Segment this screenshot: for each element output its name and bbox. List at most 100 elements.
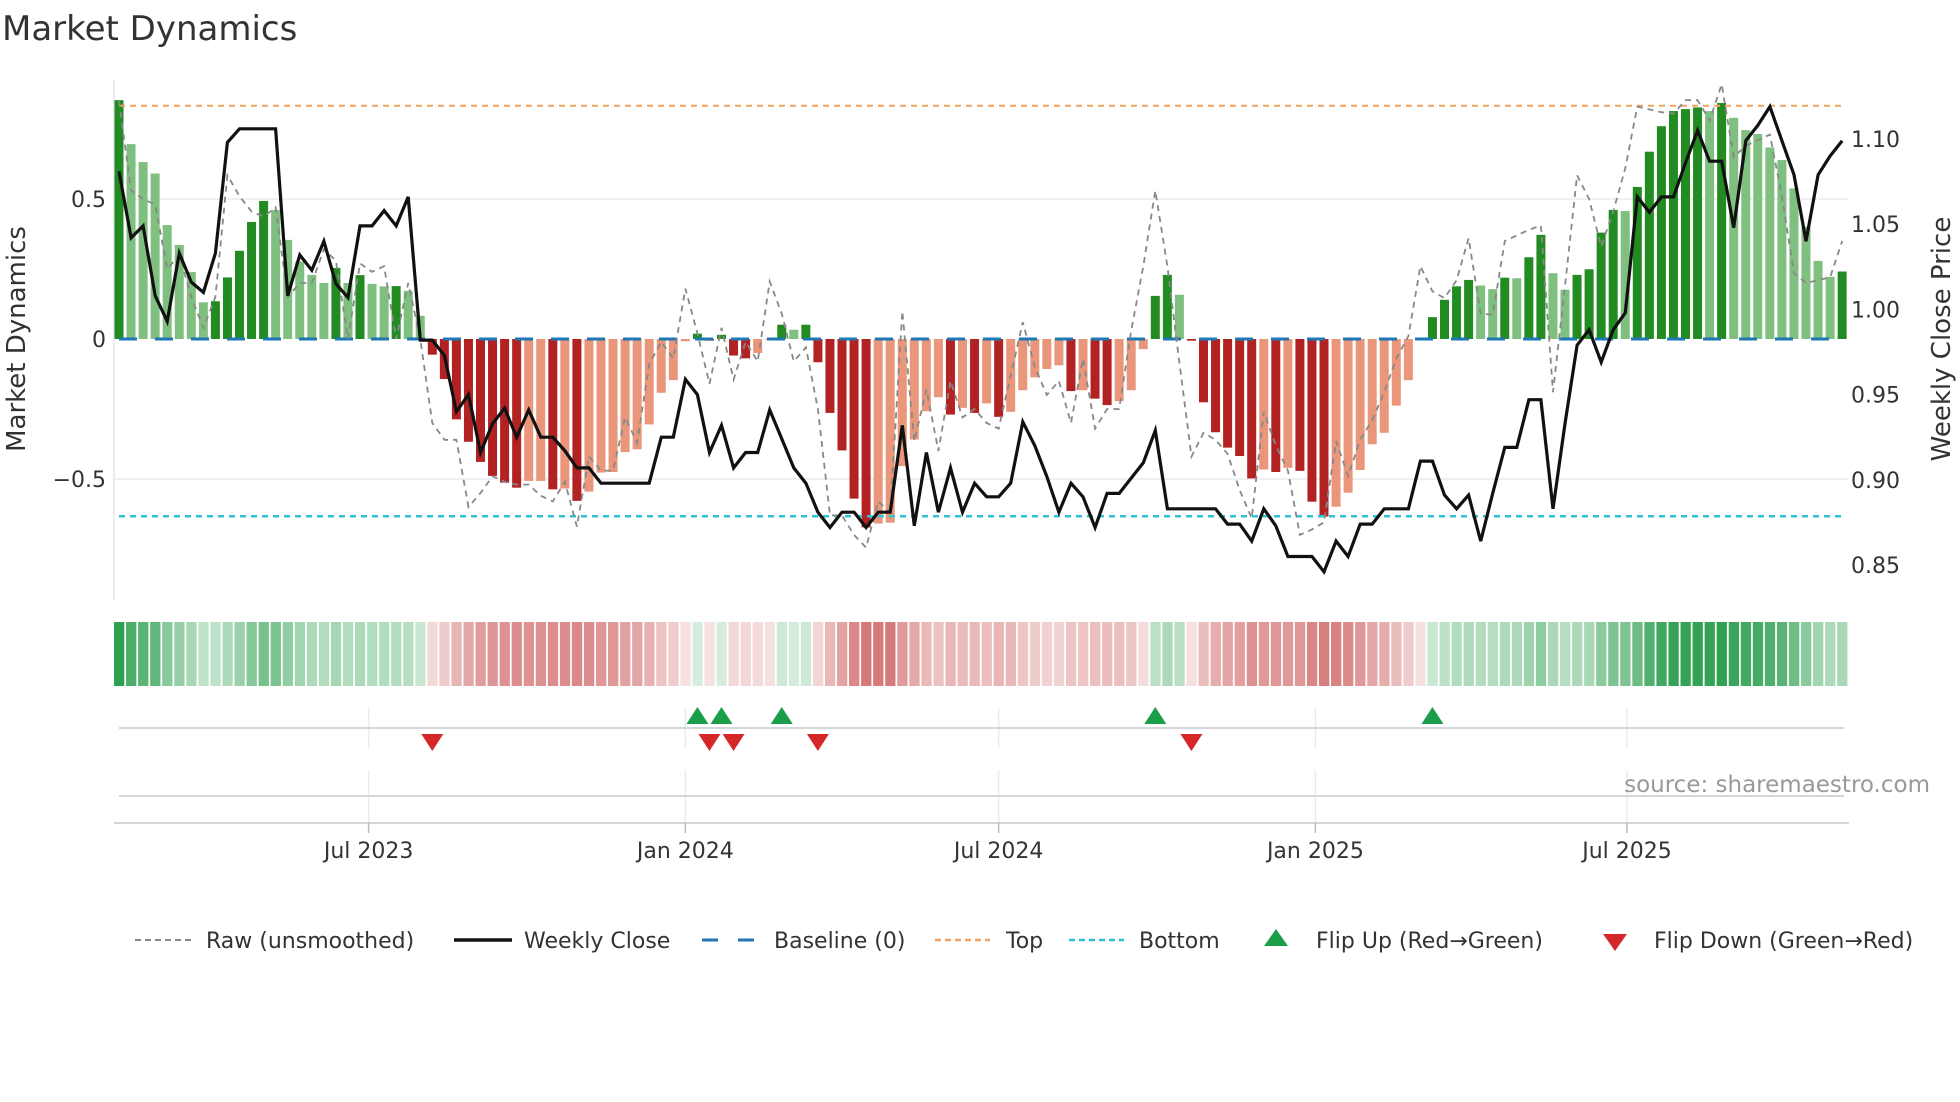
heat-cell bbox=[1210, 622, 1221, 686]
dynamics-bar bbox=[680, 339, 690, 342]
dynamics-bar bbox=[1524, 257, 1534, 339]
flip-down-marker bbox=[806, 734, 829, 751]
heat-cell bbox=[1487, 622, 1498, 686]
heat-cell bbox=[1801, 622, 1812, 686]
heat-cell bbox=[1825, 622, 1836, 686]
heat-cell bbox=[1415, 622, 1426, 686]
dynamics-bar bbox=[861, 339, 871, 528]
heat-cell bbox=[367, 622, 378, 686]
heat-cell bbox=[692, 622, 703, 686]
heat-cell bbox=[114, 622, 125, 686]
dynamics-bar bbox=[668, 339, 678, 381]
heat-cell bbox=[909, 622, 920, 686]
legend-item-raw: Raw (unsmoothed) bbox=[135, 929, 414, 954]
heat-cell bbox=[1017, 622, 1029, 686]
heat-cell bbox=[1174, 622, 1185, 686]
legend-flip-up-label: Flip Up (Red→Green) bbox=[1316, 929, 1543, 954]
heat-cell bbox=[451, 622, 462, 686]
x-axis-ticks: Jul 2023 Jan 2024 Jul 2024 Jan 2025 Jul 2025 bbox=[322, 823, 1672, 864]
heat-cell bbox=[1728, 622, 1739, 686]
dynamics-bar bbox=[379, 286, 389, 339]
heat-cell bbox=[1343, 622, 1354, 686]
heat-cell bbox=[1041, 622, 1053, 686]
y2-tick-label: 0.95 bbox=[1851, 384, 1900, 409]
heat-cell bbox=[535, 622, 547, 686]
heat-cell bbox=[1511, 622, 1523, 686]
heat-cell bbox=[150, 622, 161, 686]
dynamics-bar bbox=[982, 339, 992, 404]
dynamics-bar bbox=[1452, 286, 1462, 339]
legend-raw-label: Raw (unsmoothed) bbox=[206, 929, 414, 954]
dynamics-bar bbox=[1355, 339, 1365, 471]
heat-cell bbox=[680, 622, 691, 686]
dynamics-bar bbox=[1717, 102, 1727, 340]
heat-cell bbox=[1150, 622, 1161, 686]
heat-cell bbox=[126, 622, 137, 686]
dynamics-bar bbox=[1837, 271, 1847, 339]
reference-lines bbox=[119, 104, 1843, 518]
heat-cell bbox=[1692, 622, 1703, 686]
x-tick-label: Jan 2024 bbox=[635, 839, 734, 864]
heat-cell bbox=[800, 622, 812, 686]
dynamics-bar bbox=[488, 339, 498, 476]
dynamics-bar bbox=[1512, 278, 1522, 339]
heat-cell bbox=[475, 622, 486, 686]
dynamics-bar bbox=[114, 100, 124, 339]
heat-cell bbox=[740, 622, 751, 686]
dynamics-bar bbox=[1789, 188, 1799, 339]
dynamics-bar bbox=[1150, 295, 1160, 339]
heat-cell bbox=[608, 622, 619, 686]
dynamics-bar bbox=[1307, 339, 1317, 502]
heat-cell bbox=[1620, 622, 1631, 686]
heat-cell bbox=[1547, 622, 1559, 686]
flip-up-marker bbox=[1144, 707, 1167, 724]
heat-cell bbox=[1499, 622, 1511, 686]
heat-cell bbox=[1463, 622, 1474, 686]
heat-cell bbox=[1222, 622, 1233, 686]
y-tick-label: 0.5 bbox=[71, 188, 106, 213]
dynamics-bar bbox=[1247, 339, 1257, 479]
heat-cell bbox=[1234, 622, 1245, 686]
heat-cell bbox=[1102, 622, 1113, 686]
dynamics-bar bbox=[235, 250, 244, 339]
dynamics-bar bbox=[307, 274, 317, 339]
dynamics-bar bbox=[1500, 277, 1510, 339]
dynamics-bar bbox=[222, 277, 232, 339]
left-y-ticks: 0.5 0 −0.5 bbox=[53, 188, 106, 493]
heat-cell bbox=[873, 622, 884, 686]
date-gridlines bbox=[367, 708, 1628, 823]
heat-cell bbox=[523, 622, 534, 686]
dynamics-bar bbox=[994, 339, 1004, 417]
dynamics-bar bbox=[825, 339, 835, 413]
main-panel: 0.5 0 −0.5 1.10 1.05 1.00 0.95 0.90 0.85 Market… bbox=[2, 80, 1957, 600]
heat-cell bbox=[668, 622, 679, 686]
legend-item-close: Weekly Close bbox=[454, 929, 670, 954]
heat-cell bbox=[897, 622, 908, 686]
flip-up-marker bbox=[770, 707, 793, 724]
heat-cell bbox=[306, 622, 318, 686]
heat-cell bbox=[885, 622, 896, 686]
dynamics-bar bbox=[391, 286, 401, 339]
heat-cell bbox=[210, 622, 221, 686]
heat-cell bbox=[1584, 622, 1595, 686]
dynamics-bar bbox=[1464, 279, 1474, 339]
dynamics-bar bbox=[729, 339, 739, 356]
dynamics-bar bbox=[367, 283, 377, 339]
heat-cell bbox=[1439, 622, 1450, 686]
y-tick-label: 0 bbox=[92, 328, 106, 353]
dynamics-bar bbox=[1030, 339, 1040, 378]
heat-cell bbox=[1560, 622, 1571, 686]
dynamics-bar bbox=[1174, 294, 1184, 339]
flip-up-marker bbox=[1421, 707, 1444, 724]
dynamics-bar bbox=[1668, 111, 1678, 339]
heat-cell bbox=[1608, 622, 1619, 686]
dynamics-bar bbox=[1536, 234, 1546, 339]
legend: Raw (unsmoothed) Weekly Close Baseline (… bbox=[135, 929, 1913, 954]
heat-cell bbox=[270, 622, 281, 686]
right-y-ticks: 1.10 1.05 1.00 0.95 0.90 0.85 bbox=[1851, 128, 1900, 579]
heat-cell bbox=[258, 622, 269, 686]
dynamics-bar bbox=[1223, 339, 1233, 448]
dynamics-bar bbox=[1319, 339, 1329, 517]
heat-cell bbox=[1475, 622, 1486, 686]
dynamics-bar bbox=[1235, 339, 1245, 457]
